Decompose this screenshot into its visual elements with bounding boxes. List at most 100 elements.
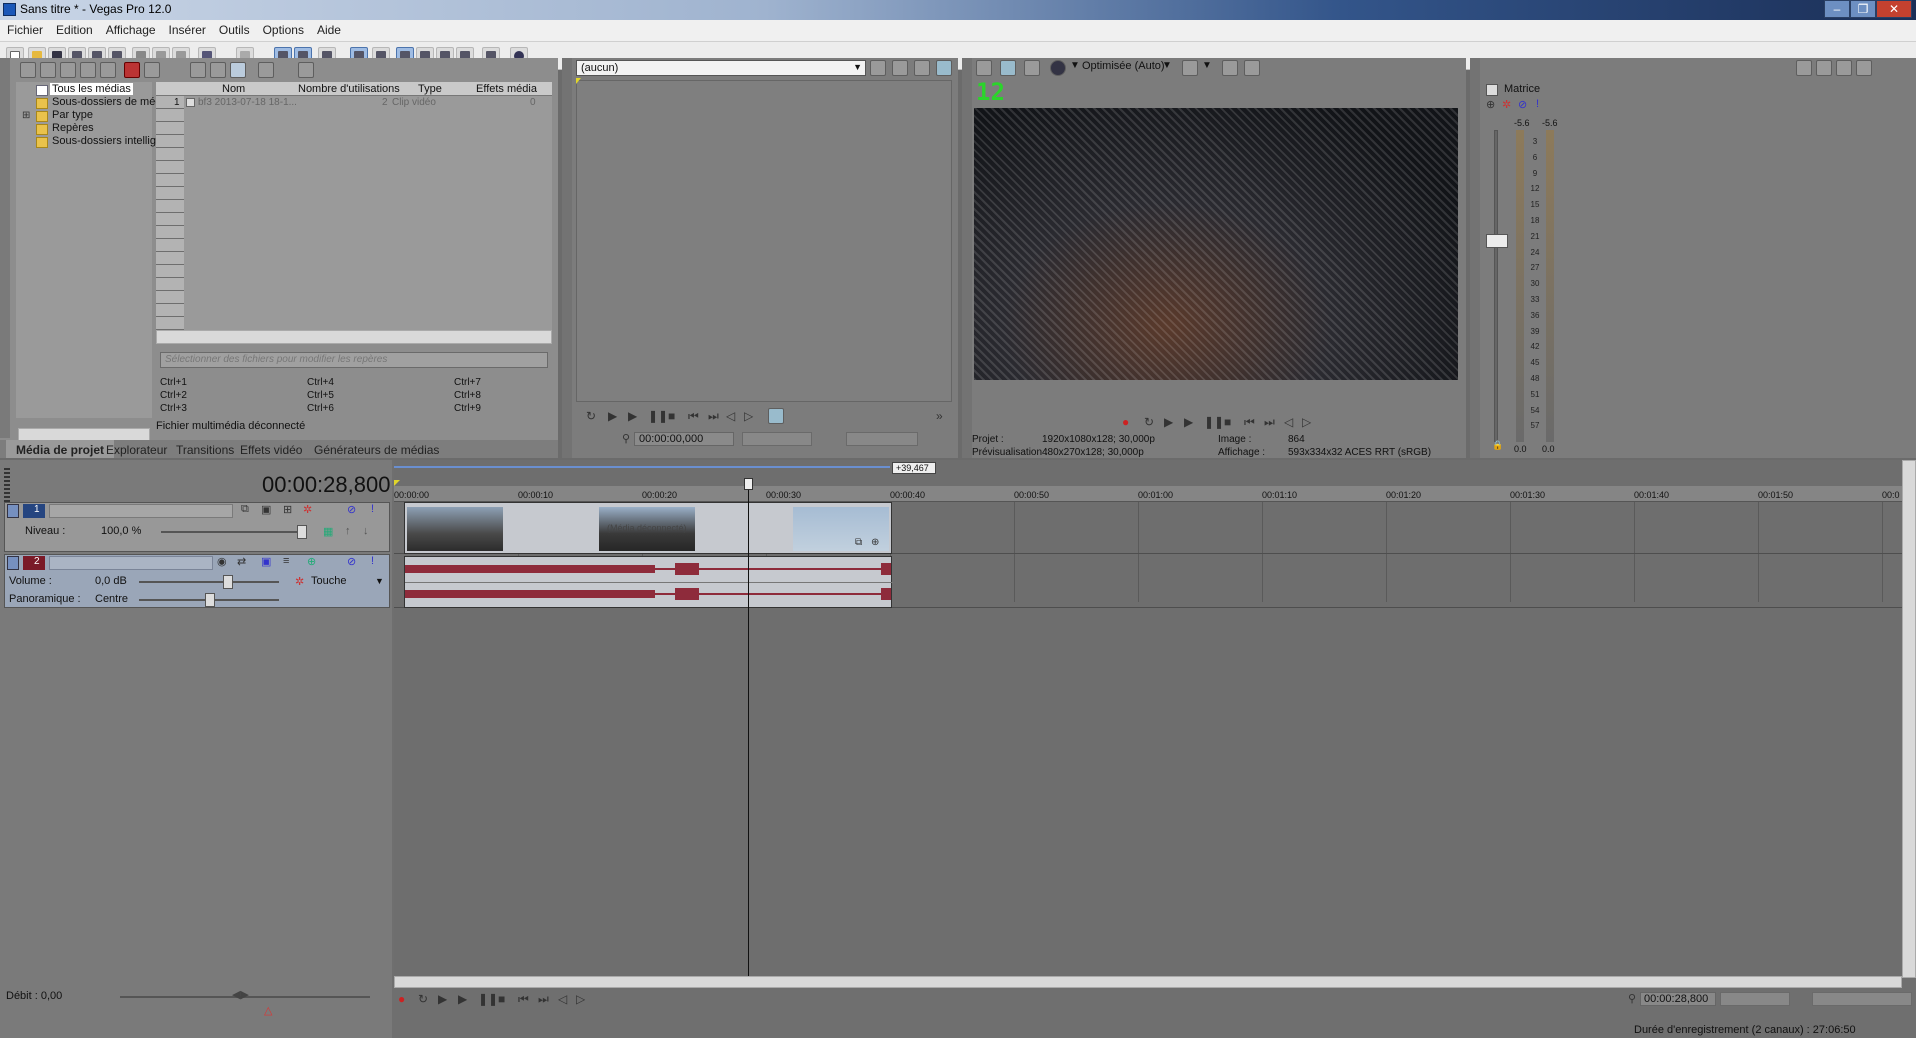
- trimmer-mode-icon[interactable]: [768, 408, 784, 424]
- solo-icon[interactable]: !: [1536, 98, 1539, 110]
- stop-icon[interactable]: ■: [1224, 415, 1231, 429]
- more-icon[interactable]: »: [936, 409, 943, 423]
- play-from-start-icon[interactable]: ▶: [438, 992, 447, 1006]
- gear-icon[interactable]: ✲: [295, 575, 304, 588]
- loop-region-bar[interactable]: [394, 466, 890, 468]
- menu-fichier[interactable]: Fichier: [0, 20, 49, 37]
- audio-track-name-field[interactable]: [49, 556, 213, 570]
- automation-icon[interactable]: ≡: [283, 555, 289, 567]
- audio-track-header[interactable]: 2 ◉ ⇄ ▣ ≡ ⊕ ⊘ ! Volume : 0,0 dB ✲ Touche…: [4, 554, 390, 608]
- record-icon[interactable]: ●: [1122, 415, 1129, 429]
- shortcut-slot[interactable]: Ctrl+2: [160, 390, 187, 401]
- play-icon[interactable]: ▶: [628, 409, 637, 423]
- timeline-timecode[interactable]: 00:00:28,800: [262, 472, 390, 498]
- go-end-icon[interactable]: ⏭: [538, 992, 549, 1007]
- chevron-down-icon[interactable]: ▼: [375, 576, 384, 586]
- panel-gripper[interactable]: [562, 58, 572, 458]
- stop-icon[interactable]: ■: [668, 409, 675, 423]
- mute-icon[interactable]: ⊘: [347, 503, 356, 516]
- master-fader[interactable]: [1486, 234, 1508, 248]
- trimmer-pin-icon[interactable]: [892, 60, 908, 76]
- trimmer-time-field[interactable]: 00:00:00,000: [634, 432, 734, 446]
- mute-icon[interactable]: ⊘: [347, 555, 356, 568]
- list-horizontal-scrollbar[interactable]: [156, 330, 552, 344]
- save-snapshot-icon[interactable]: [1244, 60, 1260, 76]
- expand-icon[interactable]: ⊞: [22, 110, 30, 121]
- video-fx-icon[interactable]: [1024, 60, 1040, 76]
- next-frame-icon[interactable]: ▷: [576, 992, 585, 1006]
- trimmer-monitor-icon[interactable]: [936, 60, 952, 76]
- get-media-web-icon[interactable]: [60, 62, 76, 78]
- loop-icon[interactable]: ↻: [418, 992, 428, 1006]
- transport-time-field[interactable]: 00:00:28,800: [1640, 992, 1716, 1006]
- move-up-icon[interactable]: ↑: [345, 525, 351, 537]
- trimmer-length-field[interactable]: [846, 432, 918, 446]
- composite-mode-icon[interactable]: ⧉: [241, 503, 249, 516]
- go-end-icon[interactable]: ⏭: [708, 409, 719, 424]
- clip-fx-icon[interactable]: ⊕: [871, 537, 879, 548]
- chevron-down-icon[interactable]: ▼: [1202, 60, 1212, 71]
- menu-outils[interactable]: Outils: [212, 20, 256, 37]
- stop-icon[interactable]: ■: [498, 992, 505, 1006]
- refresh-icon[interactable]: [80, 62, 96, 78]
- prev-frame-icon[interactable]: ◁: [558, 992, 567, 1006]
- rate-slider-thumb[interactable]: ◀▶: [232, 988, 249, 1001]
- shortcut-slot[interactable]: Ctrl+1: [160, 377, 187, 388]
- lock-icon[interactable]: 🔒: [1492, 440, 1503, 451]
- trimmer-clear-icon[interactable]: [914, 60, 930, 76]
- mixer-layout-icon[interactable]: [1856, 60, 1872, 76]
- record-icon[interactable]: ●: [398, 992, 405, 1006]
- pause-icon[interactable]: ❚❚: [1204, 415, 1224, 429]
- play-from-start-icon[interactable]: ▶: [608, 409, 617, 423]
- trimmer-view[interactable]: [576, 80, 952, 402]
- prev-frame-icon[interactable]: ◁: [726, 409, 735, 423]
- loop-icon[interactable]: ↻: [586, 409, 596, 423]
- play-preview-icon[interactable]: [190, 62, 206, 78]
- tree-item-by-type[interactable]: Par type: [52, 109, 93, 121]
- menu-inserer[interactable]: Insérer: [162, 20, 212, 37]
- playhead-handle[interactable]: [744, 478, 753, 490]
- audio-clip[interactable]: [404, 556, 893, 608]
- menu-aide[interactable]: Aide: [310, 20, 347, 37]
- pan-slider-thumb[interactable]: [205, 593, 215, 607]
- trimmer-lock-icon[interactable]: [870, 60, 886, 76]
- shortcut-slot[interactable]: Ctrl+9: [454, 403, 481, 414]
- video-track-name-field[interactable]: [49, 504, 233, 518]
- views-icon[interactable]: [258, 62, 274, 78]
- minimize-button[interactable]: –: [1824, 0, 1850, 18]
- video-clip[interactable]: (Média déconnecté) ⧉ ⊕: [404, 502, 892, 554]
- menu-affichage[interactable]: Affichage: [99, 20, 162, 37]
- menu-options[interactable]: Options: [256, 20, 310, 37]
- shortcut-slot[interactable]: Ctrl+6: [307, 403, 334, 414]
- table-row[interactable]: 1 bf3 2013-07-18 18-1... 2 Clip vidéo 0: [156, 96, 552, 110]
- play-icon[interactable]: ▶: [458, 992, 467, 1006]
- close-window-button[interactable]: ✕: [1876, 0, 1912, 18]
- pause-icon[interactable]: ❚❚: [648, 409, 668, 423]
- split-screen-icon[interactable]: [1050, 60, 1066, 76]
- level-slider-thumb[interactable]: [297, 525, 307, 539]
- timeline-vertical-scrollbar[interactable]: [1902, 460, 1916, 978]
- crop-icon[interactable]: ⧉: [855, 537, 862, 548]
- timeline-horizontal-scrollbar[interactable]: [394, 976, 1902, 988]
- solo-icon[interactable]: !: [371, 555, 374, 567]
- search-media-icon[interactable]: [100, 62, 116, 78]
- capture-video-icon[interactable]: [40, 62, 56, 78]
- external-monitor-icon[interactable]: [1000, 60, 1016, 76]
- preview-frame[interactable]: [974, 108, 1458, 380]
- chevron-down-icon[interactable]: ▼: [1162, 60, 1172, 71]
- go-start-icon[interactable]: ⏮: [518, 992, 529, 1007]
- auto-preview-icon[interactable]: [230, 62, 246, 78]
- invert-phase-icon[interactable]: ⇄: [237, 555, 246, 568]
- video-track-header[interactable]: 1 ⧉ ▣ ⊞ ✲ ⊘ ! Niveau : 100,0 % ▦ ↑ ↓: [4, 502, 390, 552]
- menu-edition[interactable]: Edition: [49, 20, 99, 37]
- media-properties-icon[interactable]: [144, 62, 160, 78]
- gripper[interactable]: [4, 468, 10, 502]
- mixer-dim-icon[interactable]: [1836, 60, 1852, 76]
- search-icon[interactable]: [298, 62, 314, 78]
- go-start-icon[interactable]: ⏮: [1244, 415, 1255, 430]
- chevron-down-icon[interactable]: ▼: [1070, 60, 1080, 71]
- tab-media-generators[interactable]: Générateurs de médias: [304, 440, 449, 458]
- tree-item-all-media[interactable]: Tous les médias: [50, 83, 133, 95]
- parent-motion-icon[interactable]: ▣: [261, 503, 271, 516]
- trimmer-in-field[interactable]: [742, 432, 812, 446]
